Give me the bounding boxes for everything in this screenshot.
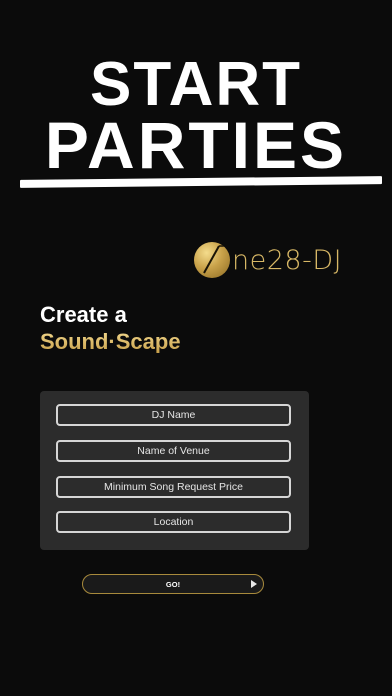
go-button-label: GO! bbox=[165, 579, 181, 589]
go-button[interactable]: GO! bbox=[82, 574, 264, 594]
form-panel bbox=[40, 391, 309, 550]
dj-name-input[interactable] bbox=[56, 404, 291, 426]
gold-circle-o-logo-icon bbox=[194, 242, 230, 278]
min-song-price-input[interactable] bbox=[56, 476, 291, 498]
headline-parties: PARTIES bbox=[44, 108, 348, 182]
logo-text: ne28-DJ bbox=[232, 244, 343, 276]
venue-name-input[interactable] bbox=[56, 440, 291, 462]
app-logo: ne28-DJ bbox=[194, 236, 342, 284]
location-input[interactable] bbox=[56, 511, 291, 533]
intro-heading: Create a Sound·Scape bbox=[40, 304, 181, 353]
play-icon bbox=[251, 580, 257, 588]
intro-line-1: Create a bbox=[40, 302, 127, 327]
intro-line-2: Sound·Scape bbox=[40, 329, 181, 354]
headline-start: START bbox=[89, 50, 303, 119]
